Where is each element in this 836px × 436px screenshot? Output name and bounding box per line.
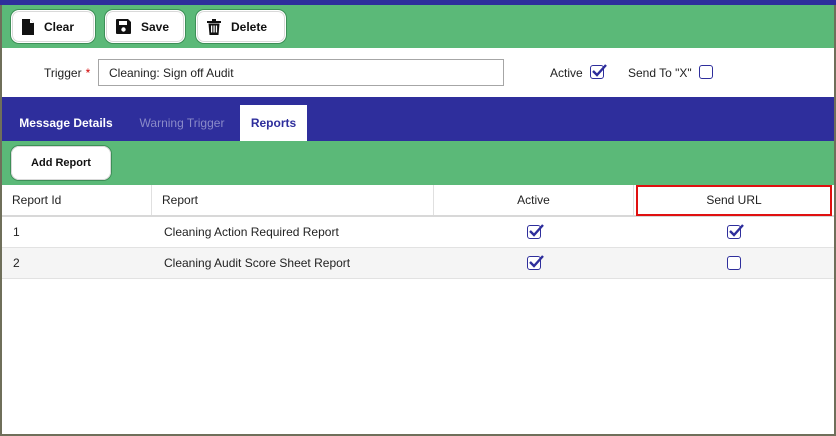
active-checkbox[interactable] (590, 64, 607, 79)
report-name-cell: Cleaning Action Required Report (164, 225, 339, 239)
table-row[interactable]: 1 Cleaning Action Required Report (2, 217, 834, 248)
checkmark-icon (729, 224, 744, 237)
tab-bar: Message Details Warning Trigger Reports (2, 97, 834, 141)
trigger-label-text: Trigger (44, 66, 82, 80)
send-to-x-checkbox[interactable] (699, 65, 713, 79)
tab-reports[interactable]: Reports (240, 105, 307, 141)
floppy-disk-icon (116, 19, 131, 34)
delete-button-label: Delete (231, 19, 268, 34)
report-name-cell: Cleaning Audit Score Sheet Report (164, 256, 351, 270)
table-header: Report Id Report Active Send URL (2, 185, 834, 217)
reports-table: Report Id Report Active Send URL 1 Clean… (2, 185, 834, 279)
save-button[interactable]: Save (105, 10, 185, 43)
row-send-url-checkbox[interactable] (727, 256, 741, 270)
add-report-button[interactable]: Add Report (11, 146, 111, 180)
clear-button[interactable]: Clear (11, 10, 95, 43)
column-header-report-id[interactable]: Report Id (2, 185, 152, 215)
trigger-row: Trigger* Active Send To "X" (2, 48, 834, 97)
active-cell (434, 248, 634, 278)
active-label: Active (550, 66, 583, 80)
checkmark-icon (592, 64, 607, 77)
file-icon (22, 18, 34, 35)
column-header-active[interactable]: Active (434, 185, 634, 215)
required-mark: * (85, 66, 91, 80)
save-button-label: Save (141, 19, 170, 34)
checkmark-icon (529, 224, 544, 237)
column-header-report[interactable]: Report (152, 185, 434, 215)
row-active-checkbox[interactable] (527, 224, 544, 239)
checkmark-icon (529, 255, 544, 268)
reports-toolbar: Add Report (2, 141, 834, 185)
send-url-cell (634, 217, 834, 247)
tab-message-details[interactable]: Message Details (10, 105, 122, 141)
row-active-checkbox[interactable] (527, 255, 544, 270)
toolbar: Clear Save Delete (2, 5, 834, 48)
active-cell (434, 217, 634, 247)
column-header-send-url[interactable]: Send URL (634, 185, 834, 215)
send-url-cell (634, 248, 834, 278)
table-row[interactable]: 2 Cleaning Audit Score Sheet Report (2, 248, 834, 279)
trigger-label: Trigger * (44, 66, 90, 80)
tab-warning-trigger[interactable]: Warning Trigger (126, 105, 238, 141)
row-send-url-checkbox[interactable] (727, 224, 744, 239)
send-to-x-label: Send To "X" (628, 66, 692, 80)
report-id-cell: 2 (13, 256, 20, 270)
trash-icon (207, 18, 221, 35)
clear-button-label: Clear (44, 19, 75, 34)
report-id-cell: 1 (13, 225, 20, 239)
trigger-input[interactable] (98, 59, 504, 86)
delete-button[interactable]: Delete (196, 10, 286, 43)
